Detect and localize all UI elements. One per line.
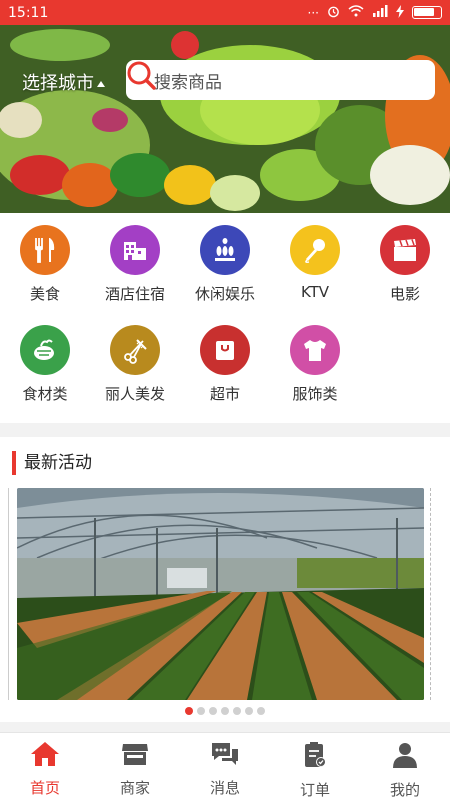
tab-home[interactable]: 首页 — [0, 733, 90, 800]
tab-profile[interactable]: 我的 — [360, 733, 450, 800]
microphone-icon — [290, 225, 340, 275]
category-label: 丽人美发 — [104, 385, 165, 403]
category-leisure[interactable]: 休闲娱乐 — [180, 225, 270, 304]
bottom-tab-bar: 首页 商家 消息 订单 我的 — [0, 732, 450, 800]
charging-icon — [396, 4, 404, 21]
tab-orders[interactable]: 订单 — [270, 733, 360, 800]
category-ktv[interactable]: KTV — [270, 225, 360, 301]
search-box[interactable]: 搜索商品 — [126, 60, 435, 100]
tab-label: 订单 — [299, 781, 330, 799]
scissors-comb-icon — [110, 325, 160, 375]
category-hotel[interactable]: 酒店住宿 — [90, 225, 180, 304]
category-label: 酒店住宿 — [104, 285, 165, 303]
fork-knife-icon — [20, 225, 70, 275]
carousel-dot[interactable] — [245, 707, 253, 715]
latest-activities-section: 最新活动 — [0, 437, 450, 722]
category-grid: 美食 酒店住宿 休闲娱乐 KTV 电影 食材类 丽人美发 超市 服饰类 — [0, 213, 450, 423]
category-label: 食材类 — [22, 385, 68, 403]
greenhouse-image — [17, 488, 424, 700]
home-icon — [30, 741, 60, 771]
carousel-dots — [0, 707, 450, 715]
bowling-icon — [200, 225, 250, 275]
category-supermarket[interactable]: 超市 — [180, 325, 270, 404]
alarm-icon — [327, 5, 340, 21]
wifi-icon — [348, 5, 364, 20]
category-label: 电影 — [389, 285, 420, 303]
category-clothing[interactable]: 服饰类 — [270, 325, 360, 404]
city-selector[interactable]: 选择城市 — [22, 69, 105, 95]
category-movie[interactable]: 电影 — [360, 225, 450, 304]
dropdown-arrow-icon — [97, 81, 105, 87]
more-dots-icon: ··· — [307, 5, 319, 20]
carousel-prev-peek — [0, 488, 9, 700]
signal-icon — [372, 5, 388, 20]
status-time: 15:11 — [8, 4, 49, 21]
carousel-dot[interactable] — [257, 707, 265, 715]
tab-label: 我的 — [389, 781, 420, 799]
hero-banner[interactable]: 选择城市 搜索商品 — [0, 25, 450, 213]
battery-icon — [412, 6, 442, 19]
carousel-dot[interactable] — [221, 707, 229, 715]
message-icon — [210, 741, 240, 771]
vegetable-icon — [20, 325, 70, 375]
search-placeholder: 搜索商品 — [154, 72, 222, 93]
shop-icon — [121, 741, 149, 771]
category-label: 服饰类 — [292, 385, 338, 403]
order-icon — [302, 741, 328, 773]
hotel-icon — [110, 225, 160, 275]
user-icon — [392, 741, 418, 773]
category-label: 休闲娱乐 — [194, 285, 255, 303]
tab-label: 消息 — [209, 779, 240, 797]
status-bar: 15:11 ··· — [0, 0, 450, 25]
vegetables-image — [0, 25, 450, 213]
carousel-dot[interactable] — [185, 707, 193, 715]
tab-label: 商家 — [119, 779, 150, 797]
carousel-dot[interactable] — [209, 707, 217, 715]
category-label: KTV — [300, 283, 330, 301]
category-food[interactable]: 美食 — [0, 225, 90, 304]
category-ingredients[interactable]: 食材类 — [0, 325, 90, 404]
shopping-bag-icon — [200, 325, 250, 375]
tab-messages[interactable]: 消息 — [180, 733, 270, 800]
city-label: 选择城市 — [22, 73, 94, 94]
category-beauty[interactable]: 丽人美发 — [90, 325, 180, 404]
carousel-dot[interactable] — [197, 707, 205, 715]
tab-label: 首页 — [29, 779, 60, 797]
activity-card[interactable] — [17, 488, 424, 700]
shirt-icon — [290, 325, 340, 375]
carousel-dot[interactable] — [233, 707, 241, 715]
category-label: 超市 — [209, 385, 240, 403]
tab-merchants[interactable]: 商家 — [90, 733, 180, 800]
carousel-next-peek — [430, 488, 450, 700]
category-label: 美食 — [29, 285, 60, 303]
section-title: 最新活动 — [12, 451, 92, 475]
clapperboard-icon — [380, 225, 430, 275]
